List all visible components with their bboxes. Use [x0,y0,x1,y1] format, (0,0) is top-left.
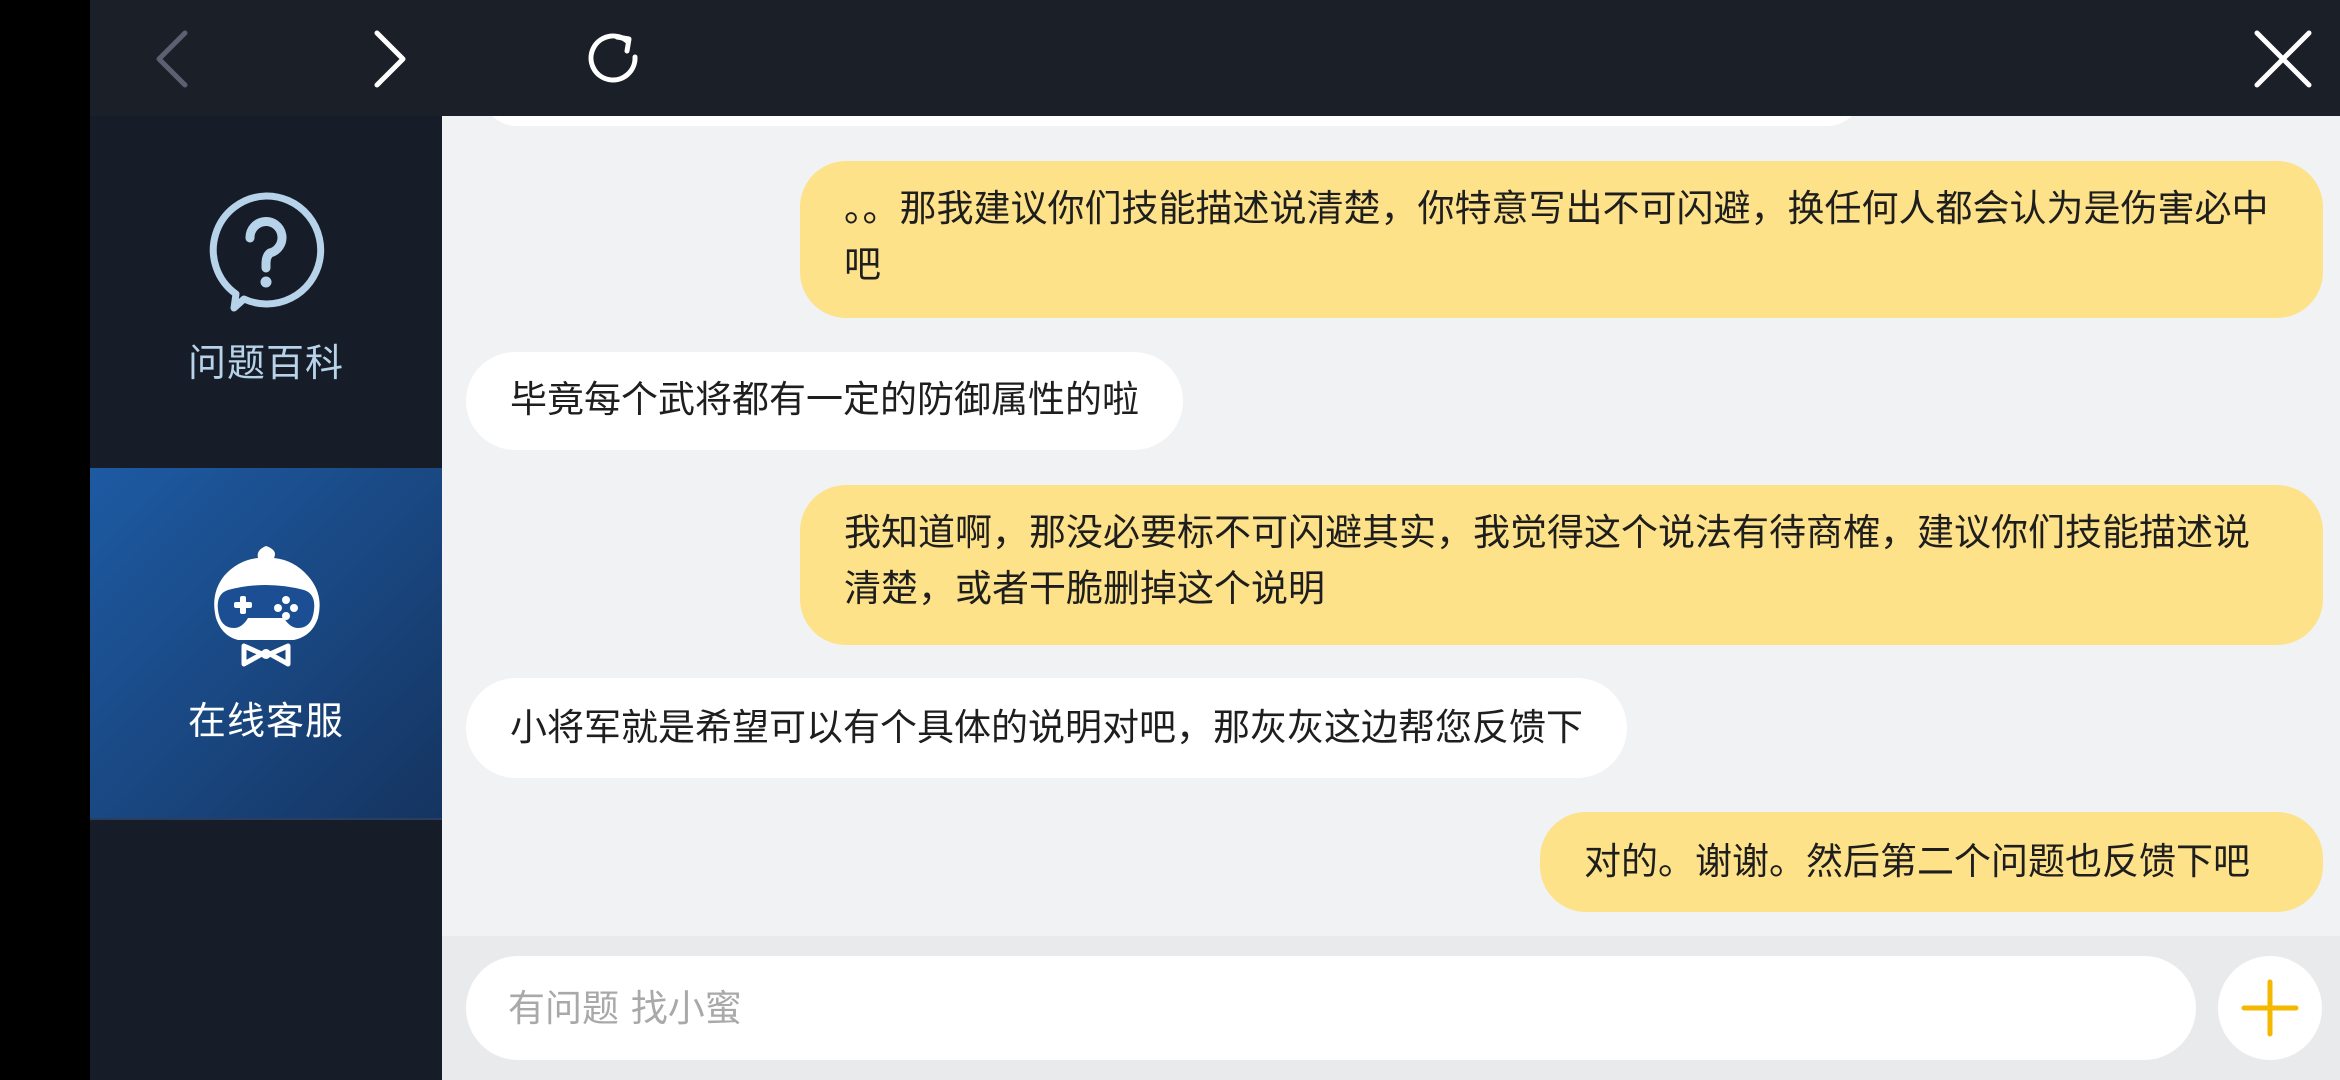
chevron-left-icon [156,30,188,88]
user-message-bubble: 。。那我建议你们技能描述说清楚，你特意写出不可闪避，换任何人都会认为是伤害必中吧 [800,161,2323,318]
message-bubble-partial [482,116,1862,126]
chat-message-list[interactable]: 。。那我建议你们技能描述说清楚，你特意写出不可闪避，换任何人都会认为是伤害必中吧… [442,116,2340,936]
message-input[interactable] [466,956,2196,1060]
message-input-bar [442,936,2340,1080]
user-message-bubble: 对的。谢谢。然后第二个问题也反馈下吧 [1540,812,2323,912]
forward-button[interactable] [342,14,432,104]
sidebar-item-label: 问题百科 [187,341,344,385]
agent-message-bubble: 小将军就是希望可以有个具体的说明对吧，那灰灰这边帮您反馈下 [466,678,1627,778]
plus-icon [2241,979,2299,1037]
user-message-bubble: 我知道啊，那没必要标不可闪避其实，我觉得这个说法有待商榷，建议你们技能描述说清楚… [800,485,2323,645]
sidebar-item-label: 在线客服 [187,699,344,743]
close-button[interactable] [2238,14,2328,104]
agent-message-bubble: 毕竟每个武将都有一定的防御属性的啦 [466,352,1183,450]
refresh-icon [588,33,638,83]
back-button[interactable] [130,14,220,104]
browser-toolbar [90,0,2340,116]
screen-edge [0,0,90,1080]
sidebar: 问题百科 在线客服 [90,116,442,1080]
chevron-right-icon [374,30,406,88]
sidebar-item-faq[interactable]: 问题百科 [90,116,442,468]
refresh-button[interactable] [570,14,660,104]
gamepad-mascot-icon [214,546,320,667]
sidebar-item-customer-service[interactable]: 在线客服 [90,468,442,820]
close-icon [2254,30,2312,88]
question-icon [209,192,325,312]
add-attachment-button[interactable] [2218,956,2322,1060]
